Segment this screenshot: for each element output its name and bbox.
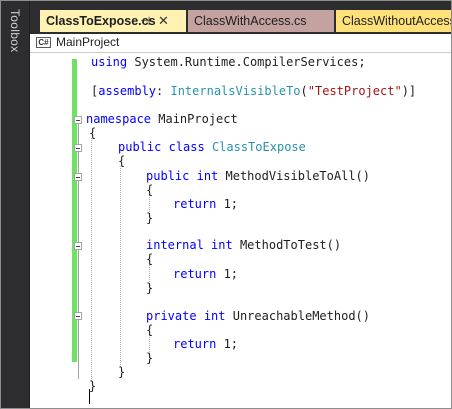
code-line: } (146, 351, 153, 366)
tab-class-with-access[interactable]: ClassWithAccess.cs (188, 10, 334, 32)
code-editor[interactable]: using System.Runtime.CompilerServices; [… (30, 53, 451, 408)
code-line: private int UnreachableMethod() (146, 309, 370, 324)
method-signature: UnreachableMethod() (225, 309, 370, 323)
collapse-class-icon[interactable] (74, 144, 82, 152)
project-dropdown[interactable]: MainProject (56, 35, 119, 49)
code-line: } (89, 379, 96, 394)
tab-class-without-access[interactable]: ClassWithoutAccess.cs (336, 10, 451, 32)
keyword: namespace (86, 112, 152, 126)
csharp-project-icon: C# (36, 37, 51, 48)
code-text-run: 1; (216, 267, 239, 281)
keyword: return (173, 197, 217, 211)
code-text-run: System.Runtime.CompilerServices; (127, 55, 366, 69)
indent-guide (120, 166, 121, 367)
toolbox-label[interactable]: Toolbox (8, 9, 22, 52)
code-text-run: )] (401, 84, 417, 98)
keyword: public (146, 169, 190, 183)
code-text-run: MainProject (151, 112, 238, 126)
brace: } (118, 365, 126, 379)
code-line: { (89, 126, 96, 141)
collapse-namespace-icon[interactable] (74, 116, 82, 124)
code-text-run: : (156, 84, 171, 98)
brace: { (146, 183, 154, 197)
type-name: ClassToExpose (211, 140, 306, 154)
brace: } (89, 379, 97, 393)
brace: { (89, 126, 97, 140)
ide-window: Toolbox ClassToExpose.cs ⊣ ✕ ClassWithAc… (0, 0, 452, 409)
code-line: using System.Runtime.CompilerServices; (91, 55, 366, 70)
code-line: public class ClassToExpose (118, 140, 306, 155)
close-icon[interactable]: ✕ (158, 10, 169, 32)
collapse-method-icon[interactable] (74, 242, 82, 250)
toolbox-panel[interactable]: Toolbox (1, 1, 30, 408)
code-line: namespace MainProject (86, 112, 238, 127)
keyword: int (196, 169, 219, 183)
code-line: } (118, 365, 125, 380)
code-text-run: 1; (216, 197, 239, 211)
code-line: return 1; (173, 197, 238, 212)
code-line: return 1; (173, 267, 238, 282)
keyword: return (173, 267, 217, 281)
method-signature: MethodToTest() (232, 238, 342, 252)
keyword: private (146, 309, 197, 323)
code-line: internal int MethodToTest() (146, 238, 341, 253)
code-line: public int MethodVisibleToAll() (146, 169, 370, 184)
string-literal: "TestProject" (307, 84, 402, 98)
code-line: [assembly: InternalsVisibleTo("TestProje… (91, 84, 416, 99)
code-line: { (146, 252, 153, 267)
indent-guide (91, 138, 92, 381)
keyword: assembly (98, 84, 157, 98)
pin-icon[interactable]: ⊣ (140, 10, 150, 32)
text-caret (89, 389, 90, 404)
brace: } (146, 351, 154, 365)
method-signature: MethodVisibleToAll() (218, 169, 371, 183)
brace: { (118, 154, 126, 168)
code-line: { (146, 183, 153, 198)
collapse-method-icon[interactable] (74, 312, 82, 320)
tab-label: ClassWithAccess.cs (194, 14, 307, 28)
collapse-method-icon[interactable] (74, 173, 82, 181)
type-name: InternalsVisibleTo (170, 84, 301, 98)
code-text-run: 1; (216, 337, 239, 351)
brace: { (146, 252, 154, 266)
keyword: return (173, 337, 217, 351)
outline-line (78, 124, 79, 379)
tab-label: ClassWithoutAccess.cs (342, 14, 451, 28)
code-line: { (146, 323, 153, 338)
keyword: using (91, 55, 128, 69)
code-line: return 1; (173, 337, 238, 352)
code-line: } (146, 211, 153, 226)
brace: { (146, 323, 154, 337)
document-tab-bar: ClassToExpose.cs ⊣ ✕ ClassWithAccess.cs … (30, 1, 451, 34)
code-line: } (146, 281, 153, 296)
keyword: internal (146, 238, 204, 252)
keyword: class (168, 140, 205, 154)
brace: } (146, 281, 154, 295)
keyword: int (211, 238, 233, 252)
brace: } (146, 211, 154, 225)
code-text-run: ( (300, 84, 308, 98)
keyword: public (118, 140, 162, 154)
tab-class-to-expose[interactable]: ClassToExpose.cs ⊣ ✕ (40, 10, 186, 32)
code-line: { (118, 154, 125, 169)
navigation-bar[interactable]: C# MainProject (30, 34, 451, 53)
keyword: int (203, 309, 226, 323)
